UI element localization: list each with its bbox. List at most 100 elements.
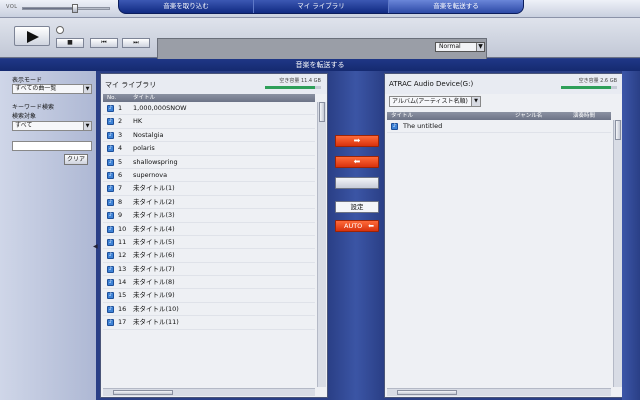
library-vertical-scrollbar[interactable] [317, 102, 326, 387]
transfer-to-library-button[interactable] [335, 156, 379, 168]
auto-label: AUTO [344, 222, 363, 230]
repeat-toggle[interactable] [56, 26, 64, 34]
stop-button[interactable]: ■ [56, 38, 84, 48]
track-row[interactable]: ♪ 15 未タイトル(9) [103, 289, 315, 303]
music-note-icon: ♪ [107, 171, 114, 179]
transfer-slider[interactable] [335, 177, 379, 189]
track-title: supernova [133, 170, 168, 179]
device-capacity-bar [561, 86, 617, 89]
chevron-down-icon: ▼ [476, 43, 484, 51]
search-input[interactable] [12, 141, 92, 151]
play-mode-select[interactable]: Normal ▼ [435, 42, 485, 52]
display-mode-value: すべての曲一覧 [15, 85, 57, 92]
column-no[interactable]: No. [107, 94, 116, 102]
device-title: ATRAC Audio Device(G:) [389, 80, 474, 88]
collapse-left-icon[interactable]: ◀ [93, 243, 98, 250]
music-note-icon: ♪ [107, 305, 114, 313]
music-note-icon: ♪ [107, 198, 114, 206]
play-mode-value: Normal [439, 43, 461, 50]
column-duration[interactable]: 演奏時間 [573, 112, 595, 120]
track-number: 14 [118, 278, 127, 287]
library-track-list: ♪ 1 1,000,000SNOW ♪ 2 HK ♪ 3 Nostalgia ♪ 4 polaris ♪… [103, 102, 315, 330]
chevron-down-icon: ▼ [471, 97, 480, 106]
music-note-icon: ♪ [107, 265, 114, 273]
scroll-thumb[interactable] [397, 390, 457, 395]
track-title: 未タイトル(1) [133, 184, 175, 193]
volume-label: VOL [6, 4, 18, 10]
auto-transfer-button[interactable]: AUTO ⬅ [335, 220, 379, 232]
tab-import[interactable]: 音楽を取り込む [119, 0, 254, 13]
volume-knob[interactable] [71, 4, 78, 13]
track-number: 9 [118, 211, 123, 220]
music-note-icon: ♪ [107, 252, 114, 260]
track-row[interactable]: ♪ 3 Nostalgia [103, 129, 315, 143]
column-title[interactable]: タイトル [133, 94, 155, 102]
track-row[interactable]: ♪ 17 未タイトル(11) [103, 316, 315, 330]
search-target-select[interactable]: すべて ▼ [12, 121, 92, 131]
device-vertical-scrollbar[interactable] [613, 120, 622, 387]
music-note-icon: ♪ [107, 212, 114, 220]
music-note-icon: ♪ [107, 279, 114, 287]
next-track-button[interactable]: ⏭ [122, 38, 150, 48]
volume-slider[interactable] [22, 4, 110, 13]
track-row[interactable]: ♪ 4 polaris [103, 142, 315, 156]
music-note-icon: ♪ [107, 131, 114, 139]
chevron-down-icon: ▼ [83, 122, 91, 130]
display-mode-label: 表示モード [12, 77, 43, 84]
library-header: マイ ライブラリ 空き容量 11.4 GB [101, 74, 327, 94]
track-row[interactable]: ♪ 1 1,000,000SNOW [103, 102, 315, 116]
music-note-icon: ♪ [107, 185, 114, 193]
track-title: polaris [133, 144, 155, 153]
play-button[interactable] [14, 26, 50, 46]
track-number: 6 [118, 170, 123, 179]
track-number: 17 [118, 318, 127, 327]
track-row[interactable]: ♪ 11 未タイトル(5) [103, 236, 315, 250]
track-row[interactable]: ♪ 5 shallowspring [103, 156, 315, 169]
device-column-header: タイトル ジャンル名 演奏時間 [387, 112, 611, 120]
track-row[interactable]: ♪ The untitled [387, 120, 611, 134]
device-capacity-fill [561, 86, 612, 89]
track-row[interactable]: ♪ 16 未タイトル(10) [103, 303, 315, 317]
library-panel: マイ ライブラリ 空き容量 11.4 GB No. タイトル ♪ 1 1,000,0… [100, 73, 328, 398]
music-note-icon: ♪ [107, 145, 114, 153]
library-horizontal-scrollbar[interactable] [103, 388, 315, 396]
scroll-thumb[interactable] [319, 102, 325, 122]
track-number: 7 [118, 184, 123, 193]
tab-transfer[interactable]: 音楽を転送する [389, 0, 523, 13]
track-row[interactable]: ♪ 9 未タイトル(3) [103, 209, 315, 223]
track-title: 未タイトル(4) [133, 224, 175, 233]
track-row[interactable]: ♪ 10 未タイトル(4) [103, 223, 315, 236]
track-number: 4 [118, 144, 123, 153]
settings-button[interactable]: 設定 [335, 201, 379, 213]
library-column-header: No. タイトル [103, 94, 315, 102]
device-view-select[interactable]: アルバム(アーティスト名順) ▼ [389, 96, 481, 107]
device-horizontal-scrollbar[interactable] [387, 388, 611, 396]
device-track-list: ♪ The untitled [387, 120, 611, 134]
track-row[interactable]: ♪ 8 未タイトル(2) [103, 196, 315, 210]
track-number: 16 [118, 304, 127, 313]
device-capacity: 空き容量 2.6 GB [578, 78, 617, 84]
track-row[interactable]: ♪ 6 supernova [103, 169, 315, 183]
music-note-icon: ♪ [391, 123, 398, 130]
display-mode-select[interactable]: すべての曲一覧 ▼ [12, 84, 92, 94]
track-row[interactable]: ♪ 13 未タイトル(7) [103, 263, 315, 277]
track-row[interactable]: ♪ 14 未タイトル(8) [103, 276, 315, 290]
library-title: マイ ライブラリ [105, 81, 157, 89]
track-row[interactable]: ♪ 12 未タイトル(6) [103, 249, 315, 263]
scroll-thumb[interactable] [113, 390, 173, 395]
previous-track-button[interactable]: ⏮ [90, 38, 118, 48]
library-capacity-bar [265, 86, 321, 89]
track-row[interactable]: ♪ 2 HK [103, 115, 315, 129]
column-genre[interactable]: ジャンル名 [515, 112, 542, 120]
clear-button[interactable]: クリア [64, 154, 88, 165]
column-title[interactable]: タイトル [391, 112, 413, 120]
main-tabs: 音楽を取り込む マイ ライブラリ 音楽を転送する [118, 0, 524, 14]
transfer-to-device-button[interactable] [335, 135, 379, 147]
track-title: 未タイトル(6) [133, 251, 175, 260]
tab-my-library[interactable]: マイ ライブラリ [254, 0, 389, 13]
scroll-thumb[interactable] [615, 120, 621, 140]
music-note-icon: ♪ [107, 158, 114, 166]
track-row[interactable]: ♪ 7 未タイトル(1) [103, 182, 315, 196]
track-title: 未タイトル(2) [133, 197, 175, 206]
arrow-left-icon: ⬅ [368, 222, 374, 230]
